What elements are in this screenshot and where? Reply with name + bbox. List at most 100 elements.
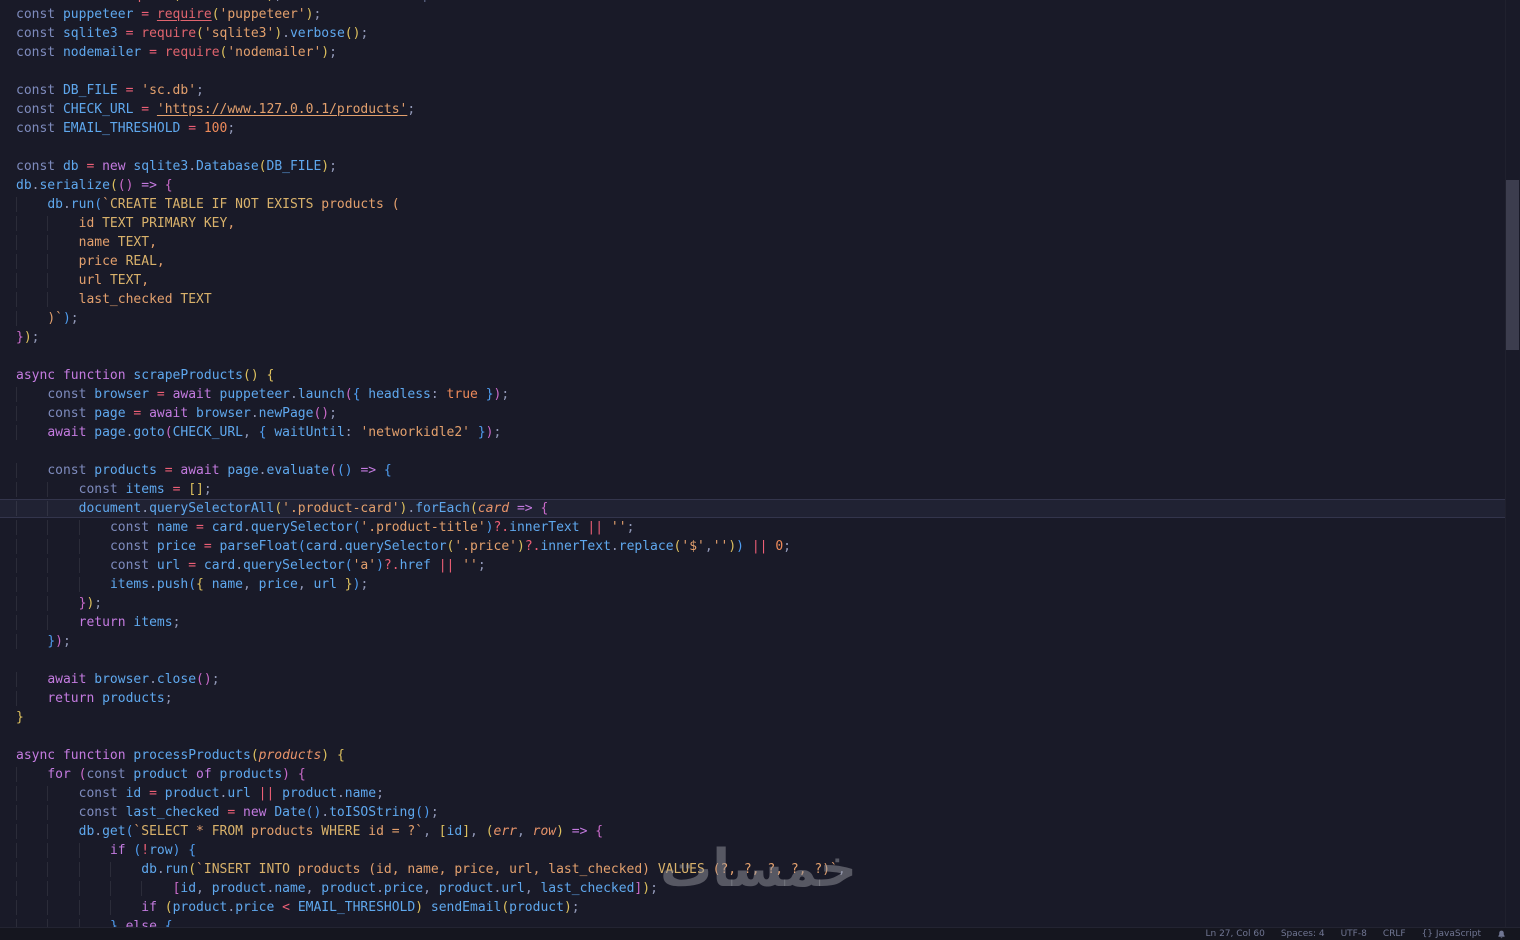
code-token: id (125, 786, 142, 801)
code-token (16, 539, 48, 554)
code-token: } (47, 634, 56, 649)
code-token: } (344, 577, 353, 592)
code-line: const products = await page.evaluate(() … (0, 461, 1505, 480)
code-token: sqlite3 (62, 26, 118, 41)
code-token: await (180, 463, 220, 478)
code-token (78, 843, 110, 858)
code-token: , (243, 577, 251, 592)
code-line: const page = await browser.newPage(); (0, 404, 1505, 423)
code-token: ?. (383, 558, 400, 573)
code-token: ( (485, 824, 494, 839)
code-token (16, 482, 48, 497)
code-token (47, 577, 79, 592)
code-token: require (156, 7, 212, 22)
code-token (47, 843, 79, 858)
status-encoding[interactable]: UTF-8 (1341, 925, 1367, 940)
code-token: const (109, 520, 150, 535)
code-token: { (383, 463, 392, 478)
code-token: 'networkidle2' (360, 425, 471, 440)
code-token: const (16, 159, 56, 174)
code-token (47, 482, 79, 497)
code-token: waitUntil (274, 425, 345, 440)
code-token: '$' (681, 539, 705, 554)
code-token: return (47, 691, 95, 706)
code-token: querySelector (243, 558, 345, 573)
code-editor: const cron = require('node-cron'); // sc… (0, 0, 1520, 940)
code-token: . (149, 577, 157, 592)
code-line: const price = parseFloat(card.querySelec… (0, 537, 1505, 556)
code-token (16, 596, 48, 611)
code-lines: const cron = require('node-cron'); // sc… (0, 0, 1505, 936)
code-token: const (109, 539, 150, 554)
code-token: () (117, 178, 134, 193)
code-token: { (595, 824, 604, 839)
code-token (78, 520, 110, 535)
code-token: ) (563, 900, 572, 915)
bell-icon[interactable] (1497, 930, 1506, 939)
code-token: = (102, 0, 110, 3)
code-token: require (164, 45, 220, 60)
code-token: row (149, 843, 173, 858)
status-eol[interactable]: CRLF (1383, 925, 1406, 940)
code-token: url (313, 577, 337, 592)
code-token: ?. (524, 539, 541, 554)
code-token: cron (63, 0, 94, 3)
code-token: run (70, 197, 95, 212)
code-token: ( (344, 558, 353, 573)
code-token: () (196, 672, 212, 687)
code-token (47, 292, 79, 307)
code-token: items (133, 615, 173, 630)
status-indentation[interactable]: Spaces: 4 (1281, 925, 1325, 940)
status-cursor-position[interactable]: Ln 27, Col 60 (1205, 925, 1264, 940)
code-token: browser (94, 387, 150, 402)
code-token: SELECT (141, 824, 189, 839)
code-token: ) (736, 539, 744, 554)
code-token: || (258, 786, 275, 801)
code-token: = (196, 520, 204, 535)
code-token: verbose (289, 26, 345, 41)
code-token (47, 786, 79, 801)
code-line: const last_checked = new Date().toISOStr… (0, 803, 1505, 822)
code-token: ( (211, 7, 220, 22)
code-token: products ( (313, 197, 400, 212)
code-token (16, 881, 48, 896)
code-token (16, 235, 48, 250)
code-token: '.product-title' (360, 520, 486, 535)
vertical-scrollbar-thumb[interactable] (1506, 180, 1519, 350)
code-token: toISOString (329, 805, 416, 820)
code-token: => (360, 463, 377, 478)
code-token: [] (188, 482, 204, 497)
code-token: { (258, 425, 267, 440)
code-token: ) (556, 824, 564, 839)
code-token: ( (258, 159, 267, 174)
code-token: id = ?` (360, 824, 424, 839)
code-token (47, 596, 79, 611)
code-token: document (78, 501, 142, 516)
code-token: card (203, 558, 236, 573)
vertical-scrollbar[interactable] (1505, 0, 1520, 927)
status-language[interactable]: {} JavaScript (1422, 925, 1481, 940)
code-token: . (227, 900, 236, 915)
code-token: require (118, 0, 173, 3)
code-token: name (78, 235, 118, 250)
code-token: last_checked (78, 292, 181, 307)
code-line: name TEXT, (0, 233, 1505, 252)
code-token: 'a' (352, 558, 377, 573)
code-token: ) (23, 330, 32, 345)
code-token: replace (618, 539, 674, 554)
code-line: const EMAIL_THRESHOLD = 100; (0, 119, 1505, 138)
code-token: innerText (509, 520, 580, 535)
code-line: db.run(`CREATE TABLE IF NOT EXISTS produ… (0, 195, 1505, 214)
code-token: products (102, 691, 165, 706)
